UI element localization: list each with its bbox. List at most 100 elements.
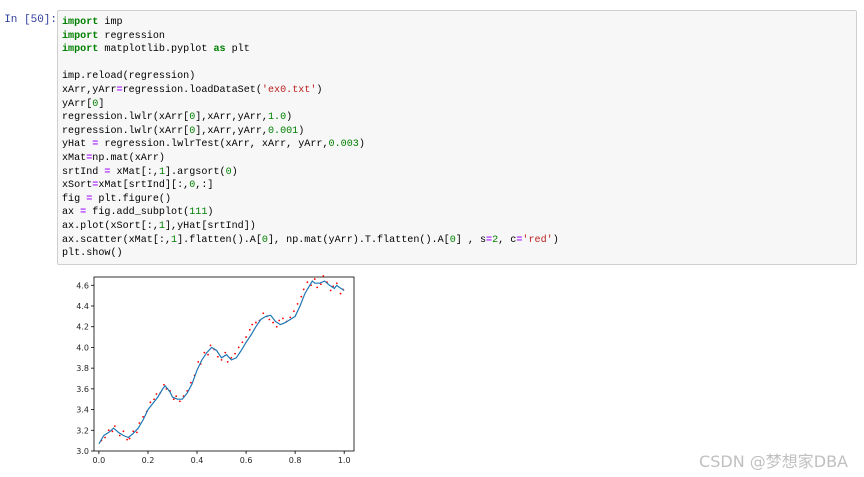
code-token: 'ex0.txt' [261, 84, 317, 96]
scatter-point [281, 317, 284, 320]
scatter-point [329, 289, 332, 292]
x-tick-label: 1.0 [338, 456, 351, 465]
code-token: ) [286, 112, 293, 124]
code-token: ) [231, 166, 238, 178]
code-token: 1.0 [267, 112, 287, 124]
code-line: yArr[0] [62, 98, 856, 112]
code-line: xArr,yArr=regression.loadDataSet('ex0.tx… [62, 84, 856, 98]
x-tick-label: 0.2 [142, 456, 155, 465]
code-token: matplotlib.pyplot [98, 44, 214, 56]
code-token: import [62, 30, 99, 42]
scatter-point [313, 278, 316, 280]
code-token: regression.lwlrTest(xArr, xArr, yArr, [98, 139, 329, 151]
code-token: xSort [62, 180, 93, 192]
code-token: imp [98, 17, 123, 28]
scatter-point [220, 358, 223, 361]
code-token: ], np.mat(yArr).T.flatten().A[ [267, 234, 450, 246]
code-token: ],yHat[srtInd]) [164, 220, 256, 232]
code-line: plt.show() [62, 247, 856, 261]
scatter-point [272, 321, 274, 324]
code-line: ax = fig.add_subplot(111) [62, 206, 856, 220]
scatter-point [268, 318, 271, 321]
scatter-point [203, 351, 206, 354]
code-token: xMat[:, [110, 166, 159, 178]
scatter-point [319, 283, 322, 286]
code-token: yArr[ [62, 98, 93, 110]
code-token: plt.show() [62, 248, 123, 260]
code-token: ) [358, 139, 365, 151]
scatter-point [226, 361, 229, 363]
x-tick-label: 0.8 [289, 456, 302, 465]
scatter-line-chart: 0.0 0.2 0.4 0.6 0.8 1.0 3.0 3.2 3.4 3.6 3.8 4.0 4.2 4… [76, 275, 355, 465]
code-token: 111 [189, 207, 208, 219]
scatter-point [335, 282, 338, 285]
scatter-point [296, 303, 299, 305]
code-line: fig = plt.figure() [62, 193, 856, 207]
y-tick-label: 3.6 [76, 385, 89, 394]
code-token: plt [225, 44, 250, 56]
code-token: ,:] [195, 180, 214, 192]
y-tick-label: 4.0 [76, 343, 89, 352]
x-tick-label: 0.0 [93, 456, 106, 465]
scatter-point [339, 292, 342, 295]
scatter-point [122, 430, 125, 433]
scatter-point [209, 344, 212, 347]
code-line: import imp [62, 16, 856, 30]
scatter-point [254, 321, 257, 324]
code-line: imp.reload(regression) [62, 70, 856, 84]
scatter-point [104, 436, 106, 439]
code-line: regression.lwlr(xArr[0],xArr,yArr,1.0) [62, 111, 856, 125]
scatter-point [163, 383, 165, 386]
scatter-point [178, 400, 181, 403]
y-tick-label: 4.2 [76, 323, 89, 332]
scatter-point [224, 351, 227, 354]
code-token: regression.loadDataSet( [122, 84, 262, 96]
scatter-point [128, 437, 131, 440]
scatter-point [302, 288, 305, 291]
code-token: ],xArr,yArr, [195, 112, 268, 124]
scatter-point [113, 425, 116, 428]
code-token: fig [62, 193, 87, 205]
scatter-point [262, 312, 265, 315]
scatter-point [175, 395, 178, 398]
code-token: xMat[srtInd][:, [98, 180, 190, 192]
y-tick-label: 3.8 [76, 364, 89, 373]
code-cell[interactable]: import imp import regression import matplo… [57, 10, 857, 265]
scatter-point [149, 401, 152, 404]
code-editor[interactable]: import imp import regression import matplo… [58, 11, 856, 261]
scatter-point [216, 355, 219, 358]
code-token: xMat [62, 152, 87, 164]
code-token: 0.003 [328, 139, 359, 151]
code-token: import [62, 44, 99, 56]
scatter-point [197, 361, 200, 363]
scatter-point [118, 434, 121, 437]
y-tick-label: 3.4 [76, 406, 89, 415]
x-tick-label: 0.4 [191, 456, 204, 465]
cell-output: 0.0 0.2 0.4 0.6 0.8 1.0 3.0 3.2 3.4 3.6 3.8 4.0 4.2 4… [57, 270, 367, 470]
y-tick-label: 3.2 [76, 426, 89, 435]
y-tick-label: 4.4 [76, 302, 89, 311]
scatter-point [278, 319, 281, 322]
code-line: xSort=xMat[srtInd][:,0,:] [62, 179, 856, 193]
code-token: import [62, 17, 99, 28]
scatter-point [111, 430, 114, 433]
code-token: srtInd [62, 166, 105, 178]
watermark: CSDN @梦想家DBA [699, 452, 848, 471]
code-token: ].argsort( [165, 166, 226, 178]
code-line: import matplotlib.pyplot as plt [62, 43, 856, 57]
y-tick-label: 3.0 [76, 447, 89, 456]
code-line: regression.lwlr(xArr[0],xArr,yArr,0.001) [62, 125, 856, 139]
code-token: ] [98, 98, 105, 110]
code-token: 'red' [522, 234, 553, 246]
code-token: regression.lwlr(xArr[ [62, 112, 190, 124]
code-token: regression [98, 30, 165, 42]
code-token: ax.scatter(xMat[:, [62, 234, 172, 246]
scatter-point [241, 341, 244, 344]
code-token: np.mat(xArr) [92, 152, 165, 164]
code-token: yHat [62, 139, 93, 151]
code-line: ax.scatter(xMat[:,1].flatten().A[0], np.… [62, 234, 856, 248]
y-tick-label: 4.6 [76, 281, 89, 290]
scatter-point [300, 295, 303, 298]
code-token: plt.figure() [92, 193, 172, 205]
